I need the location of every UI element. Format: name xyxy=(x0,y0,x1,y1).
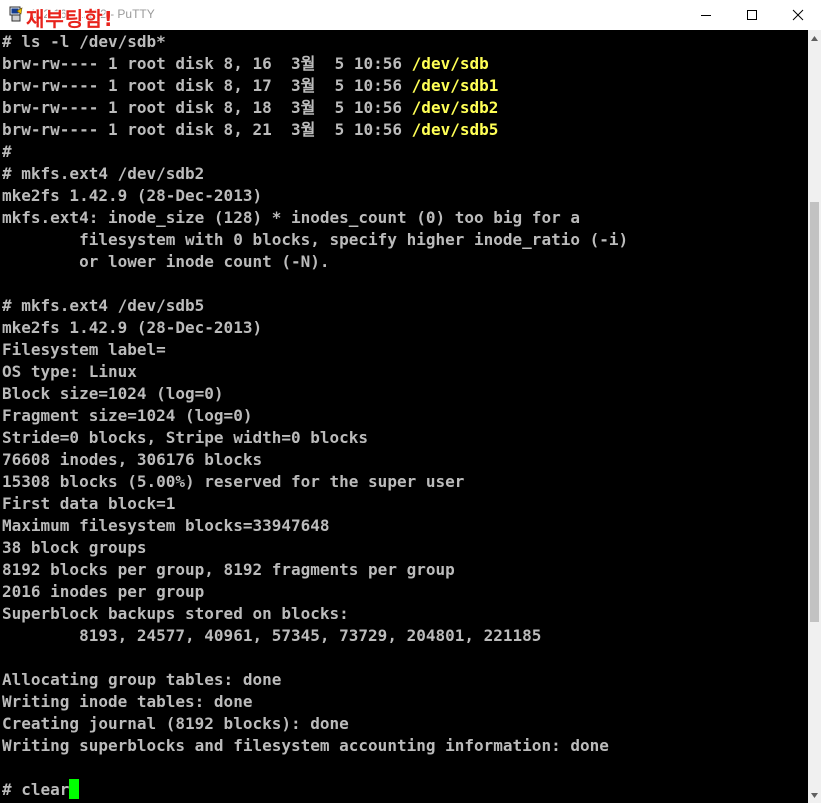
terminal-line: OS type: Linux xyxy=(2,361,628,383)
terminal-line: brw-rw---- 1 root disk 8, 21 3월 5 10:56 … xyxy=(2,119,628,141)
terminal-line-text: 8193, 24577, 40961, 57345, 73729, 204801… xyxy=(2,626,542,645)
terminal-cursor xyxy=(69,779,80,799)
device-path: /dev/sdb1 xyxy=(411,76,499,95)
terminal-line: 15308 blocks (5.00%) reserved for the su… xyxy=(2,471,628,493)
terminal-line-text: 8192 blocks per group, 8192 fragments pe… xyxy=(2,560,455,579)
terminal-line-text: Stride=0 blocks, Stripe width=0 blocks xyxy=(2,428,369,447)
terminal-line-text: # mkfs.ext4 /dev/sdb2 xyxy=(2,164,205,183)
terminal-line-text: brw-rw---- 1 root disk 8, 21 3월 5 10:56 xyxy=(2,120,412,139)
scroll-up-arrow-icon xyxy=(811,35,818,41)
terminal-line: 8192 blocks per group, 8192 fragments pe… xyxy=(2,559,628,581)
terminal-line-text: # xyxy=(2,142,12,161)
terminal-line: 76608 inodes, 306176 blocks xyxy=(2,449,628,471)
terminal-line: # mkfs.ext4 /dev/sdb5 xyxy=(2,295,628,317)
terminal-line-text: brw-rw---- 1 root disk 8, 18 3월 5 10:56 xyxy=(2,98,412,117)
terminal-line: Filesystem label= xyxy=(2,339,628,361)
terminal-line: # xyxy=(2,141,628,163)
terminal-line-text: filesystem with 0 blocks, specify higher… xyxy=(2,230,629,249)
terminal-line-text: brw-rw---- 1 root disk 8, 17 3월 5 10:56 xyxy=(2,76,412,95)
terminal-line-text: # ls -l /dev/sdb* xyxy=(2,32,166,51)
maximize-icon xyxy=(747,10,757,20)
terminal-line-text: # clear xyxy=(2,780,70,799)
terminal-line-text: 38 block groups xyxy=(2,538,147,557)
terminal-line: mke2fs 1.42.9 (28-Dec-2013) xyxy=(2,185,628,207)
device-path: /dev/sdb2 xyxy=(411,98,499,117)
terminal-output: # ls -l /dev/sdb* brw-rw---- 1 root disk … xyxy=(2,31,628,801)
terminal-line-text: mke2fs 1.42.9 (28-Dec-2013) xyxy=(2,186,263,205)
maximize-button[interactable] xyxy=(729,0,775,30)
scroll-down-arrow-icon xyxy=(811,792,818,798)
terminal-line-text: or lower inode count (-N). xyxy=(2,252,330,271)
minimize-button[interactable] xyxy=(683,0,729,30)
terminal-line-text: Maximum filesystem blocks=33947648 xyxy=(2,516,330,535)
vertical-scrollbar[interactable] xyxy=(808,30,821,803)
terminal-line: # mkfs.ext4 /dev/sdb2 xyxy=(2,163,628,185)
terminal-line-text: Writing superblocks and filesystem accou… xyxy=(2,736,609,755)
terminal-line: Writing superblocks and filesystem accou… xyxy=(2,735,628,757)
terminal-line: 38 block groups xyxy=(2,537,628,559)
terminal-line-text: Fragment size=1024 (log=0) xyxy=(2,406,253,425)
terminal-line-text: 15308 blocks (5.00%) reserved for the su… xyxy=(2,472,465,491)
terminal-line: 8193, 24577, 40961, 57345, 73729, 204801… xyxy=(2,625,628,647)
terminal-line-text: Creating journal (8192 blocks): done xyxy=(2,714,349,733)
terminal-line: filesystem with 0 blocks, specify higher… xyxy=(2,229,628,251)
terminal-line-text: mkfs.ext4: inode_size (128) * inodes_cou… xyxy=(2,208,580,227)
terminal-line: Maximum filesystem blocks=33947648 xyxy=(2,515,628,537)
terminal-line-text: # mkfs.ext4 /dev/sdb5 xyxy=(2,296,205,315)
scroll-down-button[interactable] xyxy=(808,787,821,803)
terminal-line: 2016 inodes per group xyxy=(2,581,628,603)
close-button[interactable] xyxy=(775,0,821,30)
terminal-line-text: OS type: Linux xyxy=(2,362,137,381)
terminal-line-text: Allocating group tables: done xyxy=(2,670,282,689)
terminal-line: brw-rw---- 1 root disk 8, 16 3월 5 10:56 … xyxy=(2,53,628,75)
terminal-line: Writing inode tables: done xyxy=(2,691,628,713)
putty-icon[interactable] xyxy=(8,6,24,22)
terminal-line: Block size=1024 (log=0) xyxy=(2,383,628,405)
terminal-area[interactable]: # ls -l /dev/sdb* brw-rw---- 1 root disk … xyxy=(0,30,808,803)
terminal-line: Superblock backups stored on blocks: xyxy=(2,603,628,625)
terminal-line-text: 76608 inodes, 306176 blocks xyxy=(2,450,263,469)
scroll-up-button[interactable] xyxy=(808,30,821,46)
terminal-line-text: mke2fs 1.42.9 (28-Dec-2013) xyxy=(2,318,263,337)
title-bar[interactable]: 192.168.1.132 - PuTTY 재부팅함! xyxy=(0,0,821,31)
terminal-line-text: Superblock backups stored on blocks: xyxy=(2,604,349,623)
terminal-line: First data block=1 xyxy=(2,493,628,515)
terminal-line: Allocating group tables: done xyxy=(2,669,628,691)
terminal-line: # clear xyxy=(2,779,628,801)
device-path: /dev/sdb xyxy=(411,54,489,73)
terminal-line-text: brw-rw---- 1 root disk 8, 16 3월 5 10:56 xyxy=(2,54,412,73)
terminal-line: mkfs.ext4: inode_size (128) * inodes_cou… xyxy=(2,207,628,229)
terminal-line: brw-rw---- 1 root disk 8, 18 3월 5 10:56 … xyxy=(2,97,628,119)
terminal-line: Stride=0 blocks, Stripe width=0 blocks xyxy=(2,427,628,449)
terminal-line-text: 2016 inodes per group xyxy=(2,582,205,601)
terminal-line-text: Writing inode tables: done xyxy=(2,692,253,711)
close-icon xyxy=(792,9,804,21)
terminal-line: Fragment size=1024 (log=0) xyxy=(2,405,628,427)
minimize-icon xyxy=(701,15,711,16)
terminal-line-text: First data block=1 xyxy=(2,494,176,513)
terminal-line-text: Filesystem label= xyxy=(2,340,166,359)
terminal-line-text: Block size=1024 (log=0) xyxy=(2,384,224,403)
overlay-annotation: 재부팅함! xyxy=(26,7,114,31)
device-path: /dev/sdb5 xyxy=(411,120,499,139)
terminal-line: or lower inode count (-N). xyxy=(2,251,628,273)
terminal-line: brw-rw---- 1 root disk 8, 17 3월 5 10:56 … xyxy=(2,75,628,97)
terminal-line: # ls -l /dev/sdb* xyxy=(2,31,628,53)
terminal-line: Creating journal (8192 blocks): done xyxy=(2,713,628,735)
scrollbar-thumb[interactable] xyxy=(810,202,819,622)
terminal-line: mke2fs 1.42.9 (28-Dec-2013) xyxy=(2,317,628,339)
